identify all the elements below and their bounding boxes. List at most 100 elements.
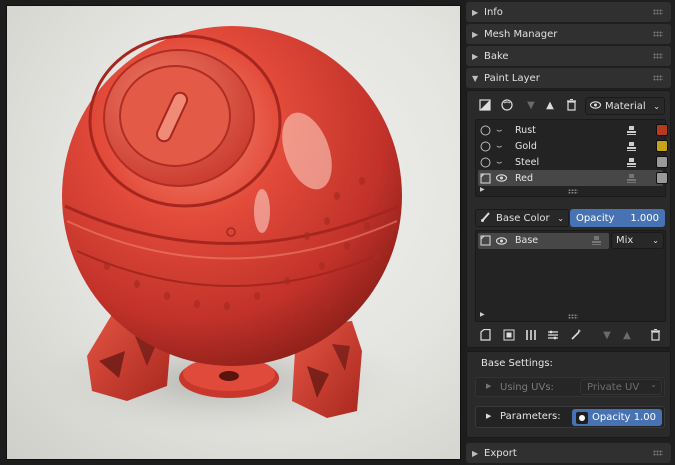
drag-grip-icon[interactable] [653, 31, 663, 37]
material-dropdown[interactable]: Material ⌄ [585, 97, 665, 115]
section-title: Export [484, 447, 517, 459]
eye-icon [589, 100, 602, 112]
using-uvs-label: Using UVs: [500, 382, 554, 393]
drag-grip-icon[interactable] [653, 75, 663, 81]
chevron-down-icon: ⌄ [653, 101, 660, 111]
move-down-icon[interactable]: ▼ [523, 97, 539, 113]
resize-grip-icon[interactable] [568, 314, 578, 319]
layer-color-swatch[interactable] [656, 172, 668, 184]
chevron-down-icon: ⌄ [557, 213, 564, 223]
drag-grip-icon[interactable] [653, 9, 663, 15]
sublayer-name: Base [515, 235, 539, 246]
layer-color-swatch[interactable] [656, 156, 668, 168]
chevron-right-icon: ▶ [472, 29, 479, 39]
3d-viewport[interactable] [6, 5, 461, 460]
uv-map-dropdown[interactable]: Private UV ⌄ [580, 379, 662, 395]
section-title: Mesh Manager [484, 28, 558, 40]
image-layer-icon[interactable] [480, 235, 491, 246]
dropdown-label: Mix [616, 235, 634, 246]
layer-list: ⌣ Rust ⌣ Gold ⌣ Steel Red ▶ [475, 119, 668, 197]
fill-layer-icon[interactable] [501, 327, 517, 343]
image-layer-icon[interactable] [480, 173, 491, 184]
parameters-row: ▶ Parameters: Opacity 1.00 [475, 406, 665, 428]
layer-color-swatch[interactable] [656, 124, 668, 136]
list-item[interactable]: ⌣ Rust [478, 122, 668, 138]
stamp-icon[interactable] [626, 157, 637, 168]
slider-label: Opacity [592, 412, 631, 423]
channel-opacity-slider[interactable]: Opacity 1.000 [570, 209, 665, 227]
base-settings-title: Base Settings: [481, 358, 553, 369]
base-settings-panel: Base Settings: ▶ Using UVs: Private UV ⌄… [466, 351, 671, 438]
chevron-down-icon: ⌄ [652, 236, 659, 245]
stamp-icon[interactable] [626, 173, 637, 184]
expand-arrow-icon[interactable]: ▶ [480, 311, 485, 318]
chevron-down-icon: ▼ [472, 73, 479, 83]
new-layer-icon[interactable] [477, 327, 493, 343]
expand-arrow-icon[interactable]: ▶ [486, 382, 491, 390]
parameters-label: Parameters: [500, 411, 561, 422]
eye-closed-icon[interactable]: ⌣ [496, 157, 503, 168]
layer-name: Steel [515, 156, 540, 168]
section-bake-header[interactable]: ▶ Bake [466, 46, 671, 66]
material-sphere-icon[interactable] [480, 157, 491, 168]
stamp-icon[interactable] [626, 141, 637, 152]
filter-icon[interactable] [523, 327, 539, 343]
slider-label: Opacity [576, 212, 615, 224]
using-uvs-row: ▶ Using UVs: Private UV ⌄ [475, 377, 665, 397]
expand-arrow-icon[interactable]: ▶ [480, 186, 485, 193]
trash-icon[interactable] [563, 97, 579, 113]
magic-wand-icon[interactable] [568, 327, 584, 343]
channel-dropdown[interactable]: Base Color ⌄ [475, 209, 569, 227]
paint-layer-body: ▼ ▲ Material ⌄ ⌣ Rust ⌣ Gold ⌣ Steel Red… [466, 90, 671, 348]
layer-name: Rust [515, 124, 536, 136]
list-item-selected[interactable]: Red [478, 170, 668, 186]
section-title: Paint Layer [484, 72, 540, 84]
material-sphere-icon[interactable] [499, 97, 515, 113]
chevron-right-icon: ▶ [472, 448, 479, 458]
layer-color-swatch[interactable] [656, 140, 668, 152]
expand-arrow-icon[interactable]: ▶ [486, 412, 491, 420]
drag-grip-icon[interactable] [653, 450, 663, 456]
layer-name: Gold [515, 140, 537, 152]
section-paint-layer-header[interactable]: ▼ Paint Layer [466, 68, 671, 88]
resize-grip-icon[interactable] [568, 189, 578, 194]
list-item[interactable]: ⌣ Gold [478, 138, 668, 154]
section-title: Bake [484, 50, 509, 62]
adjustment-icon[interactable] [545, 327, 561, 343]
move-up-icon[interactable]: ▲ [619, 327, 635, 343]
stamp-icon[interactable] [626, 125, 637, 136]
slider-value: 1.000 [630, 212, 659, 224]
drag-grip-icon[interactable] [653, 53, 663, 59]
properties-panel: ▶ Info ▶ Mesh Manager ▶ Bake ▼ Paint Lay… [466, 0, 675, 465]
eye-icon[interactable] [496, 174, 507, 182]
material-sphere-icon[interactable] [480, 125, 491, 136]
image-layer-icon[interactable] [477, 97, 493, 113]
layer-name: Red [515, 172, 534, 184]
dropdown-label: Base Color [496, 212, 550, 224]
move-up-icon[interactable]: ▲ [542, 97, 558, 113]
parameters-opacity-slider[interactable]: Opacity 1.00 [572, 409, 662, 426]
dropdown-label: Private UV [587, 382, 640, 393]
list-item[interactable]: ⌣ Steel [478, 154, 668, 170]
color-circle-icon [576, 411, 588, 424]
material-preview-render [32, 26, 412, 436]
move-down-icon[interactable]: ▼ [599, 327, 615, 343]
eye-closed-icon[interactable]: ⌣ [496, 125, 503, 136]
chevron-down-icon: ⌄ [650, 380, 657, 389]
chevron-right-icon: ▶ [472, 51, 479, 61]
list-item-selected[interactable]: Base [478, 233, 609, 249]
eye-closed-icon[interactable]: ⌣ [496, 141, 503, 152]
brush-icon [480, 211, 491, 225]
stamp-icon[interactable] [591, 235, 602, 246]
chevron-right-icon: ▶ [472, 7, 479, 17]
trash-icon[interactable] [647, 327, 663, 343]
section-export-header[interactable]: ▶ Export [466, 443, 671, 463]
slider-value: 1.00 [633, 412, 656, 423]
eye-icon[interactable] [496, 237, 507, 245]
dropdown-label: Material [605, 100, 646, 112]
section-info-header[interactable]: ▶ Info [466, 2, 671, 22]
section-title: Info [484, 6, 503, 18]
section-mesh-manager-header[interactable]: ▶ Mesh Manager [466, 24, 671, 44]
material-sphere-icon[interactable] [480, 141, 491, 152]
blend-mode-dropdown[interactable]: Mix ⌄ [611, 232, 664, 249]
